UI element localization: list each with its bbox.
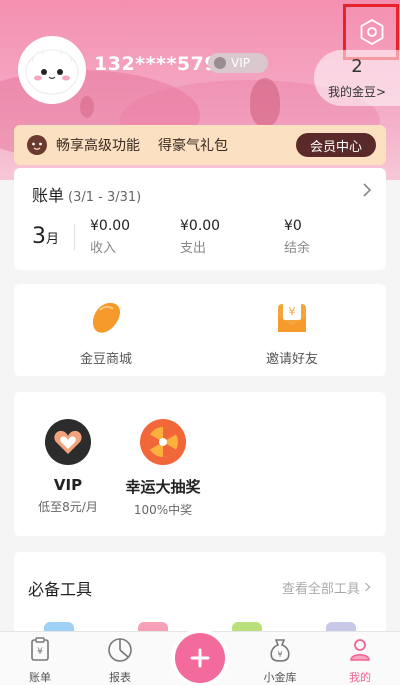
header-decoration [250,78,280,126]
chart-icon [108,638,132,662]
vip-promo[interactable]: VIP 低至8元/月 [36,418,100,515]
bill-icon: ¥ [31,637,49,661]
gold-count: 2 [351,56,363,77]
shortcuts-card: 金豆商城 ¥ 邀请好友 [14,284,386,376]
chevron-right-icon[interactable] [360,180,374,200]
view-all-tools-link[interactable]: 查看全部工具 [282,578,372,597]
income-label: 收入 [90,241,117,256]
vip-promo-title: VIP [53,476,83,494]
lucky-draw-subtitle: 100%中奖 [133,503,193,517]
balance-value: ¥0 [284,218,302,234]
promotions-card: VIP 低至8元/月 幸运大抽奖 100%中奖 [14,392,386,536]
banner-text-features: 畅享高级功能 [56,138,140,154]
svg-text:¥: ¥ [289,305,296,318]
moneybag-icon: ¥ [270,639,290,662]
tab-bill-label: 账单 [29,671,51,684]
expense-stat: ¥0.00 支出 [180,218,220,256]
income-value: ¥0.00 [90,218,131,234]
vip-badge-label: VIP [231,56,250,70]
mascot-icon [27,135,47,155]
gold-label: 我的金豆> [327,85,387,99]
chevron-right-icon [365,582,371,592]
gold-mall-shortcut[interactable]: 金豆商城 [46,298,166,367]
tab-report-label: 报表 [109,671,131,684]
month-number: 3 [32,224,46,249]
view-all-tools-label: 查看全部工具 [281,582,360,597]
bill-title: 账单 (3/1 - 3/31) [32,182,141,206]
vip-dot-icon [214,57,226,69]
banner-text-gift: 得豪气礼包 [158,138,228,154]
current-month: 3月 [32,224,59,249]
balance-stat: ¥0 结余 [284,218,310,256]
lucky-draw-promo[interactable]: 幸运大抽奖 100%中奖 [120,418,206,518]
tab-vault-label: 小金库 [263,671,297,684]
gold-mall-label: 金豆商城 [79,352,132,367]
income-stat: ¥0.00 收入 [90,218,130,256]
my-gold-beans[interactable]: 2 我的金豆> [314,50,400,106]
header-decoration [80,96,94,118]
tab-vault[interactable]: ¥ 小金库 [250,636,310,685]
plus-icon [190,648,210,668]
vip-heart-icon [45,419,91,465]
tab-mine-label: 我的 [349,671,371,684]
bill-title-text: 账单 [32,186,65,205]
add-record-button[interactable] [175,633,225,683]
lucky-draw-title: 幸运大抽奖 [125,478,201,496]
tab-report[interactable]: 报表 [90,636,150,685]
balance-label: 结余 [284,241,311,256]
membership-banner[interactable]: 畅享高级功能 得豪气礼包 会员中心 [14,125,386,165]
tab-bill[interactable]: ¥ 账单 [10,636,70,685]
svg-text:¥: ¥ [37,647,43,657]
avatar-character-icon [25,49,79,95]
svg-text:¥: ¥ [277,650,282,659]
tab-mine[interactable]: 我的 [330,636,390,685]
lucky-wheel-icon [140,419,186,465]
vip-promo-subtitle: 低至8元/月 [38,500,98,514]
expense-value: ¥0.00 [180,218,221,234]
invite-friends-shortcut[interactable]: ¥ 邀请好友 [232,298,352,367]
profile-icon [350,639,370,661]
gold-bean-icon [92,302,120,333]
divider [74,224,75,250]
invite-envelope-icon: ¥ [278,302,306,332]
month-unit: 月 [46,232,60,247]
member-center-button[interactable]: 会员中心 [296,133,376,157]
settings-hexagon-icon [360,19,384,45]
vip-status-badge[interactable]: VIP [208,53,268,73]
tools-title: 必备工具 [28,580,93,599]
bill-card[interactable]: 账单 (3/1 - 3/31) 3月 ¥0.00 收入 ¥0.00 支出 ¥0 结… [14,168,386,270]
avatar[interactable] [18,36,86,104]
invite-friends-label: 邀请好友 [265,352,318,367]
bill-date-range: (3/1 - 3/31) [68,190,142,205]
expense-label: 支出 [180,241,207,256]
